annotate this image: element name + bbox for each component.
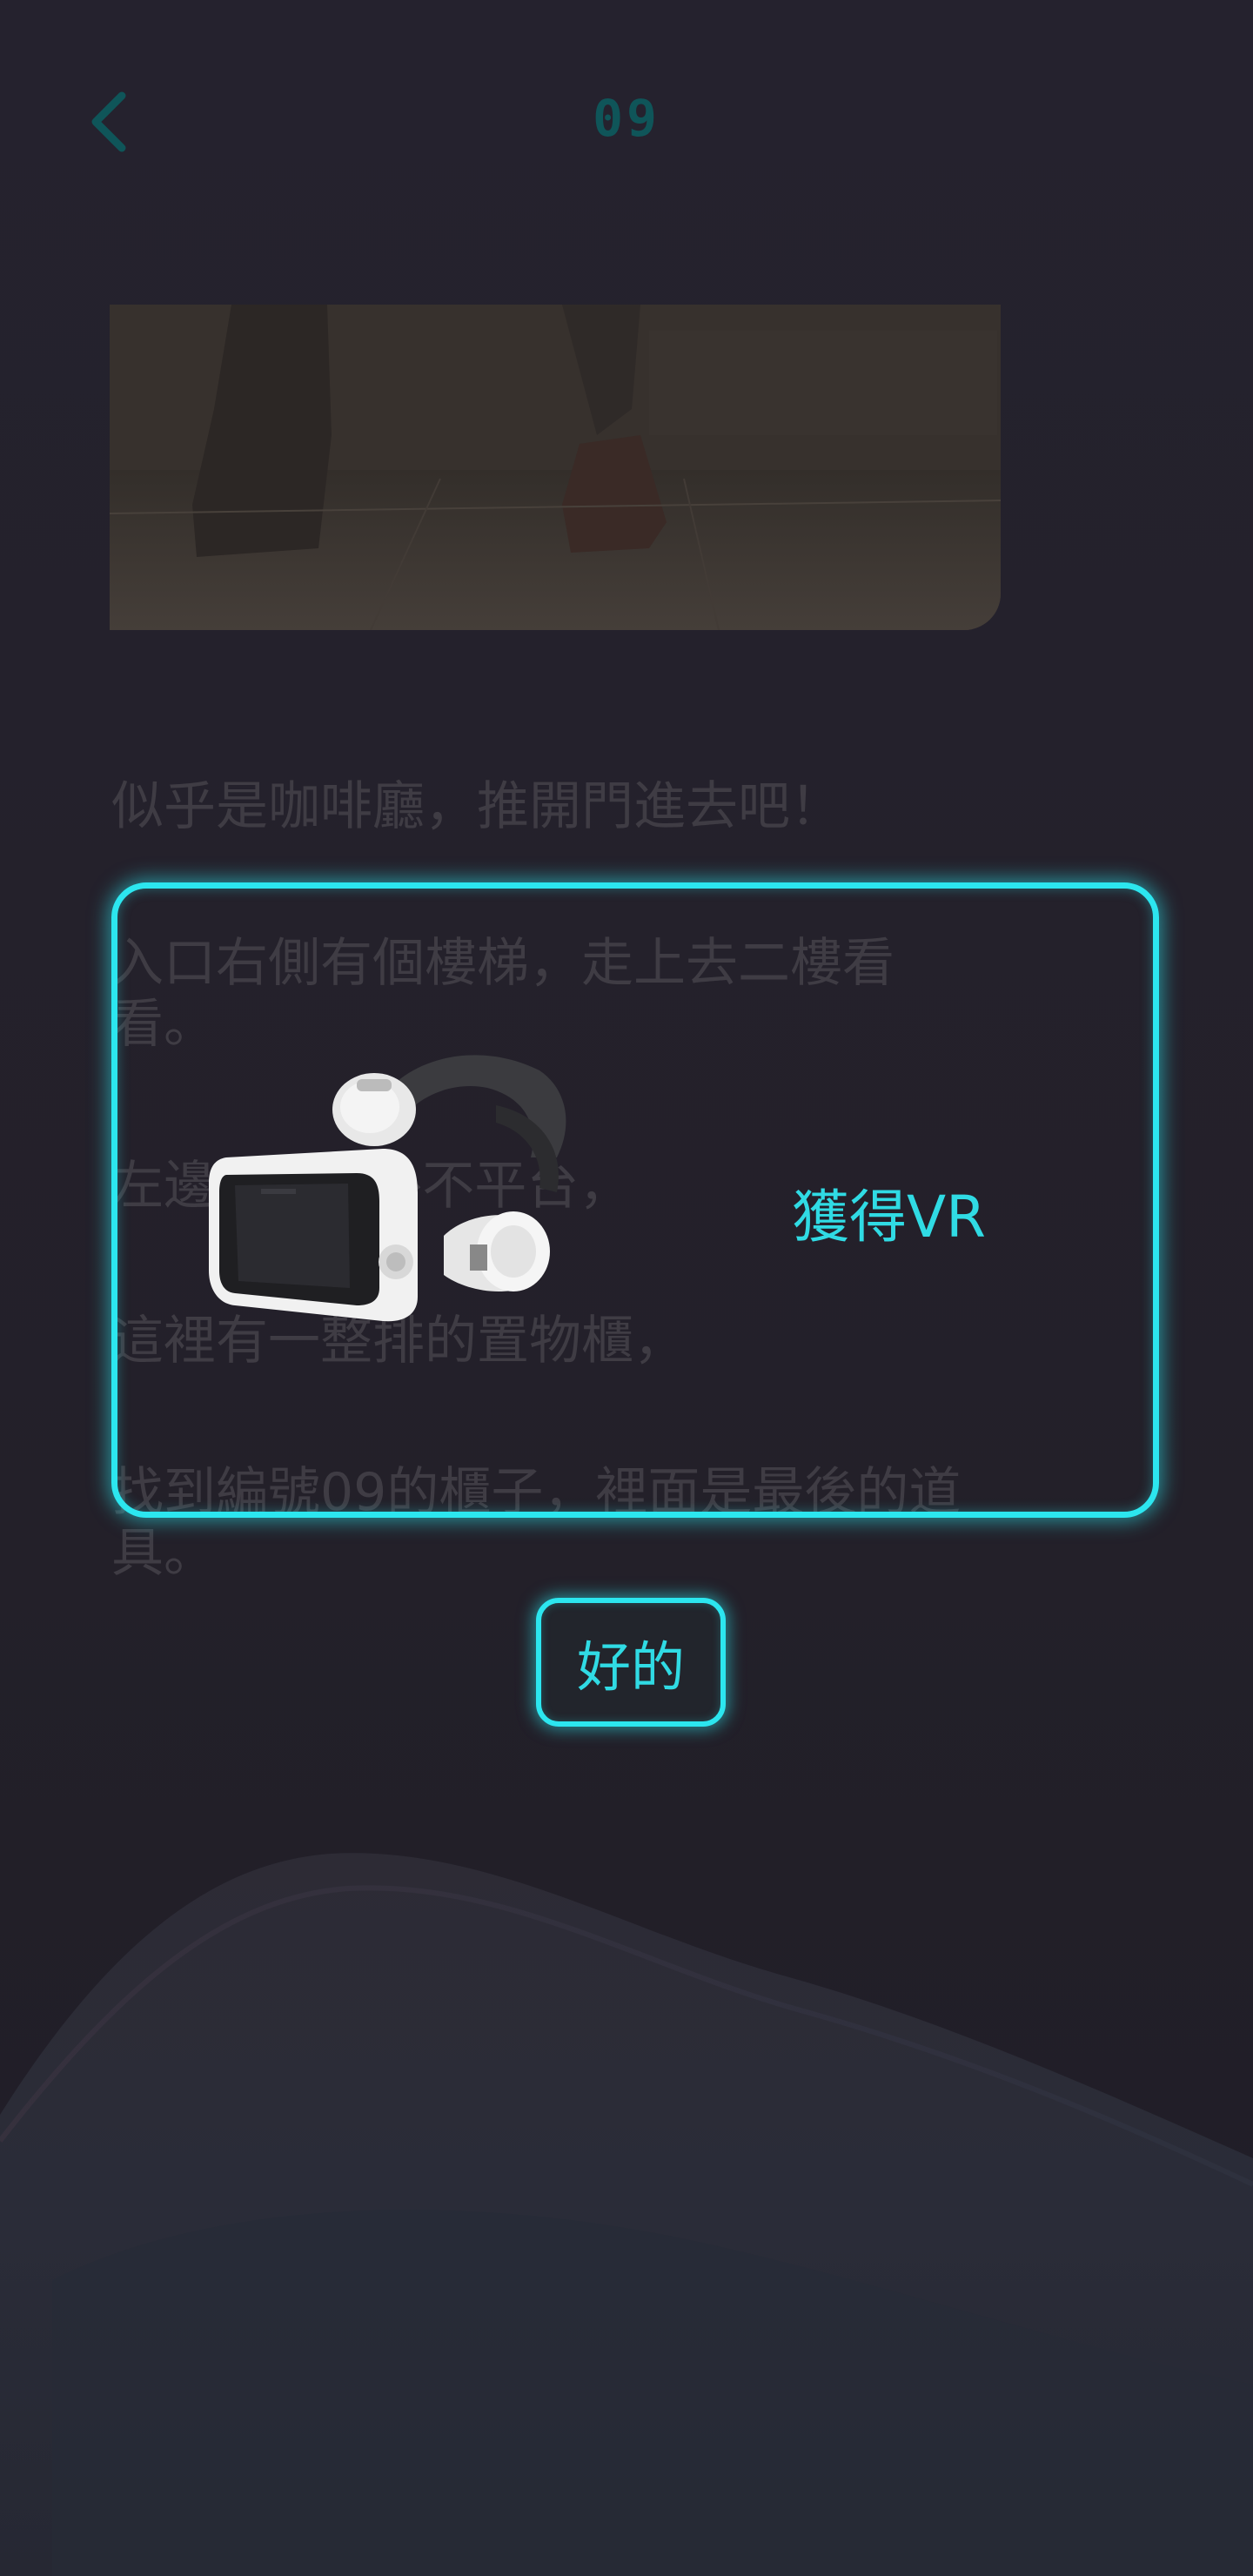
ok-button[interactable]: 好的 — [536, 1598, 726, 1727]
page-title: 09 — [593, 89, 660, 148]
app-screen: 09 似乎是咖啡廳，推開門進去吧！ 入口右側有個樓梯，走上去二樓看看。 左邊..… — [0, 0, 1253, 2576]
story-paragraph: 似乎是咖啡廳，推開門進去吧！ — [111, 776, 842, 837]
decorative-background-shape — [0, 1853, 1253, 2576]
vr-headset-image — [209, 1055, 566, 1322]
item-acquired-label: 獲得VR — [792, 1184, 987, 1251]
scene-photo — [110, 305, 1001, 630]
